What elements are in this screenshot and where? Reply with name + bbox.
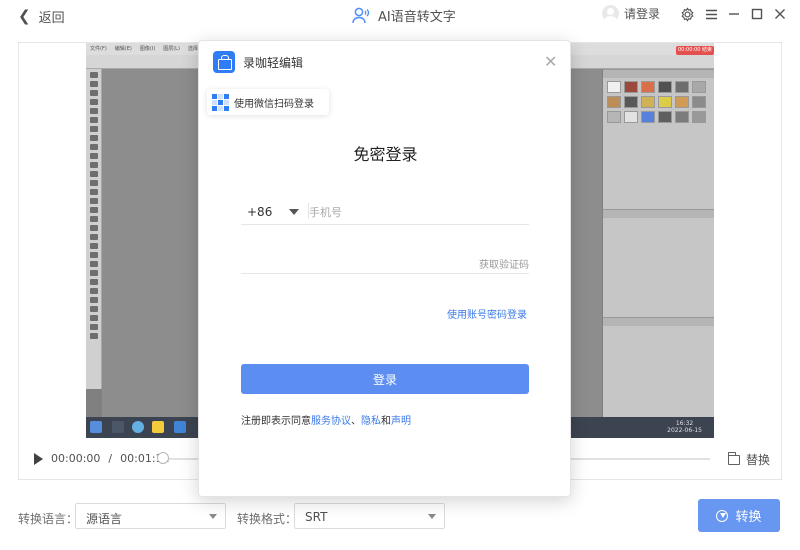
agreement-prefix: 注册即表示同意 (241, 416, 311, 427)
code-input[interactable] (247, 252, 447, 270)
brand-name: 录咖轻编辑 (243, 55, 304, 70)
agreement-text: 注册即表示同意服务协议、隐私和声明 (241, 412, 411, 427)
code-field: 获取验证码 (241, 244, 529, 274)
qr-login-tip[interactable]: 使用微信扫码登录 (207, 89, 329, 115)
phone-input[interactable] (309, 203, 524, 221)
get-code-button[interactable]: 获取验证码 (479, 256, 529, 271)
agreement-separator: 、 (351, 416, 361, 427)
caret-down-icon[interactable] (289, 209, 299, 215)
statement-link[interactable]: 声明 (391, 416, 411, 427)
service-agreement-link[interactable]: 服务协议 (311, 416, 351, 427)
password-login-link[interactable]: 使用账号密码登录 (447, 306, 527, 321)
qr-tip-label: 使用微信扫码登录 (234, 98, 314, 110)
agreement-and: 和 (381, 416, 391, 427)
briefcase-icon (213, 51, 235, 73)
login-button[interactable]: 登录 (241, 364, 529, 394)
dialog-title: 免密登录 (353, 145, 418, 164)
dialog-brand: 录咖轻编辑 (213, 51, 303, 73)
country-code[interactable]: +86 (247, 205, 272, 219)
dialog-close-icon[interactable]: ✕ (544, 52, 557, 71)
privacy-link[interactable]: 隐私 (361, 416, 381, 427)
phone-field: +86 (241, 195, 529, 225)
qr-code-icon (211, 93, 229, 111)
login-dialog: 录咖轻编辑 ✕ 使用微信扫码登录 免密登录 +86 获取验证码 使用账号密码登录… (198, 40, 571, 497)
